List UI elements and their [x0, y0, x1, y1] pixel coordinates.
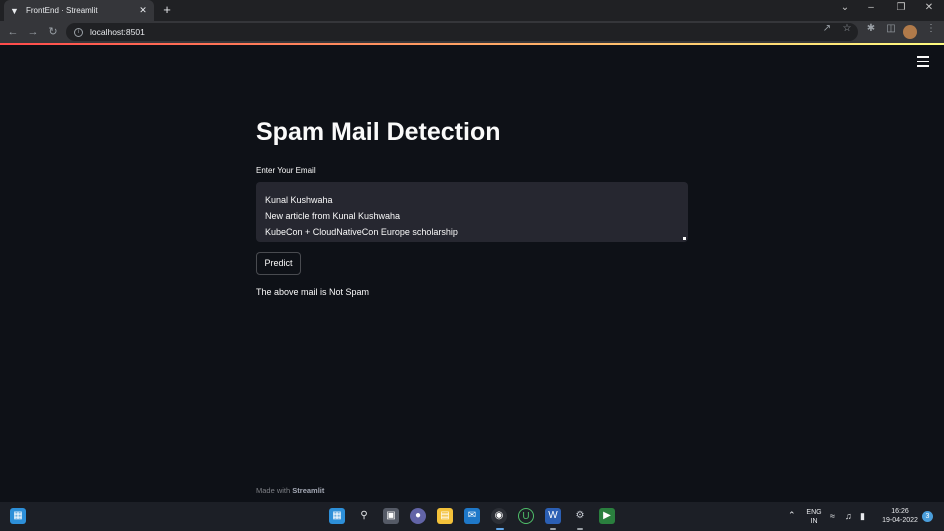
running-app-indicator [550, 528, 556, 530]
back-icon[interactable]: ← [6, 25, 20, 39]
battery-icon[interactable]: ▮ [860, 512, 865, 521]
chevron-up-icon[interactable]: ⌃ [788, 511, 796, 520]
lang-line-2: IN [810, 518, 818, 525]
star-icon[interactable]: ☆ [840, 23, 854, 34]
page-title: Spam Mail Detection [256, 118, 501, 146]
tab-title: FrontEnd · Streamlit [26, 6, 98, 15]
active-app-indicator [496, 528, 504, 530]
email-textarea[interactable]: Kunal Kushwaha New article from Kunal Ku… [256, 182, 688, 242]
footer-brand-link[interactable]: Streamlit [292, 486, 324, 495]
running-app-indicator [577, 528, 583, 530]
side-panel-icon[interactable]: ◫ [884, 23, 898, 34]
footer: Made with Streamlit [256, 486, 324, 495]
minimize-icon[interactable]: – [864, 2, 878, 13]
address-bar-row: ← → ↻ i localhost:8501 ↗ ☆ ✱ ◫ ⋮ [0, 21, 944, 43]
windows-start-icon[interactable]: ▦ [10, 508, 26, 524]
browser-tab[interactable]: ▼ FrontEnd · Streamlit ✕ [4, 0, 154, 21]
windows-start-icon-center[interactable]: ▦ [329, 508, 345, 524]
email-line-1: Kunal Kushwaha [265, 195, 333, 205]
prediction-result: The above mail is Not Spam [256, 287, 370, 297]
streamlit-favicon-icon: ▼ [10, 5, 19, 16]
reload-icon[interactable]: ↻ [46, 25, 60, 39]
task-view-icon[interactable]: ▣ [383, 508, 399, 524]
predict-button[interactable]: Predict [256, 252, 301, 275]
address-input[interactable]: i localhost:8501 [66, 23, 858, 41]
forward-icon[interactable]: → [26, 25, 40, 39]
tab-search-icon[interactable]: ⌄ [838, 2, 852, 13]
email-line-2: New article from Kunal Kushwaha [265, 211, 401, 221]
mail-icon[interactable]: ✉ [464, 508, 480, 524]
language-indicator[interactable]: ENG IN [804, 508, 824, 526]
resize-handle[interactable] [683, 237, 686, 240]
clock-date: 19-04-2022 [882, 517, 918, 524]
restore-icon[interactable]: ❐ [894, 2, 908, 13]
settings-gear-icon[interactable]: ⚙ [572, 508, 588, 524]
chrome-icon[interactable]: ◉ [491, 508, 507, 524]
search-icon[interactable]: ⚲ [356, 508, 372, 524]
info-icon[interactable]: i [74, 27, 83, 37]
url-text: localhost:8501 [90, 27, 145, 37]
hamburger-menu-icon[interactable] [917, 56, 929, 68]
lang-line-1: ENG [806, 509, 822, 516]
close-icon[interactable]: ✕ [138, 5, 148, 16]
notification-badge[interactable]: 3 [922, 511, 933, 522]
pycharm-icon[interactable]: ▶ [599, 508, 615, 524]
plus-icon[interactable]: + [160, 3, 174, 17]
taskbar: ▦ ▦ ⚲ ▣ ● ▤ ✉ ◉ U W ⚙ ▶ ⌃ ENG IN ≈ ♫ ▮ 1… [0, 502, 944, 531]
word-icon[interactable]: W [545, 508, 561, 524]
clock[interactable]: 16:26 19-04-2022 [878, 507, 922, 525]
window-close-icon[interactable]: ✕ [922, 2, 936, 13]
more-vert-icon[interactable]: ⋮ [924, 23, 938, 34]
share-icon[interactable]: ↗ [820, 23, 834, 34]
file-explorer-icon[interactable]: ▤ [437, 508, 453, 524]
extensions-icon[interactable]: ✱ [864, 23, 878, 34]
wifi-icon[interactable]: ≈ [830, 512, 835, 521]
profile-avatar[interactable] [903, 25, 917, 39]
streamlit-decoration-bar [0, 43, 944, 45]
footer-prefix: Made with [256, 486, 291, 495]
browser-tab-bar: ▼ FrontEnd · Streamlit ✕ + ⌄ – ❐ ✕ [0, 0, 944, 21]
chat-icon[interactable]: ● [410, 508, 426, 524]
volume-icon[interactable]: ♫ [845, 512, 852, 521]
upwork-icon[interactable]: U [518, 508, 534, 524]
email-input-label: Enter Your Email [256, 166, 316, 175]
email-line-3: KubeCon + CloudNativeCon Europe scholars… [265, 227, 458, 237]
clock-time: 16:26 [891, 508, 909, 515]
